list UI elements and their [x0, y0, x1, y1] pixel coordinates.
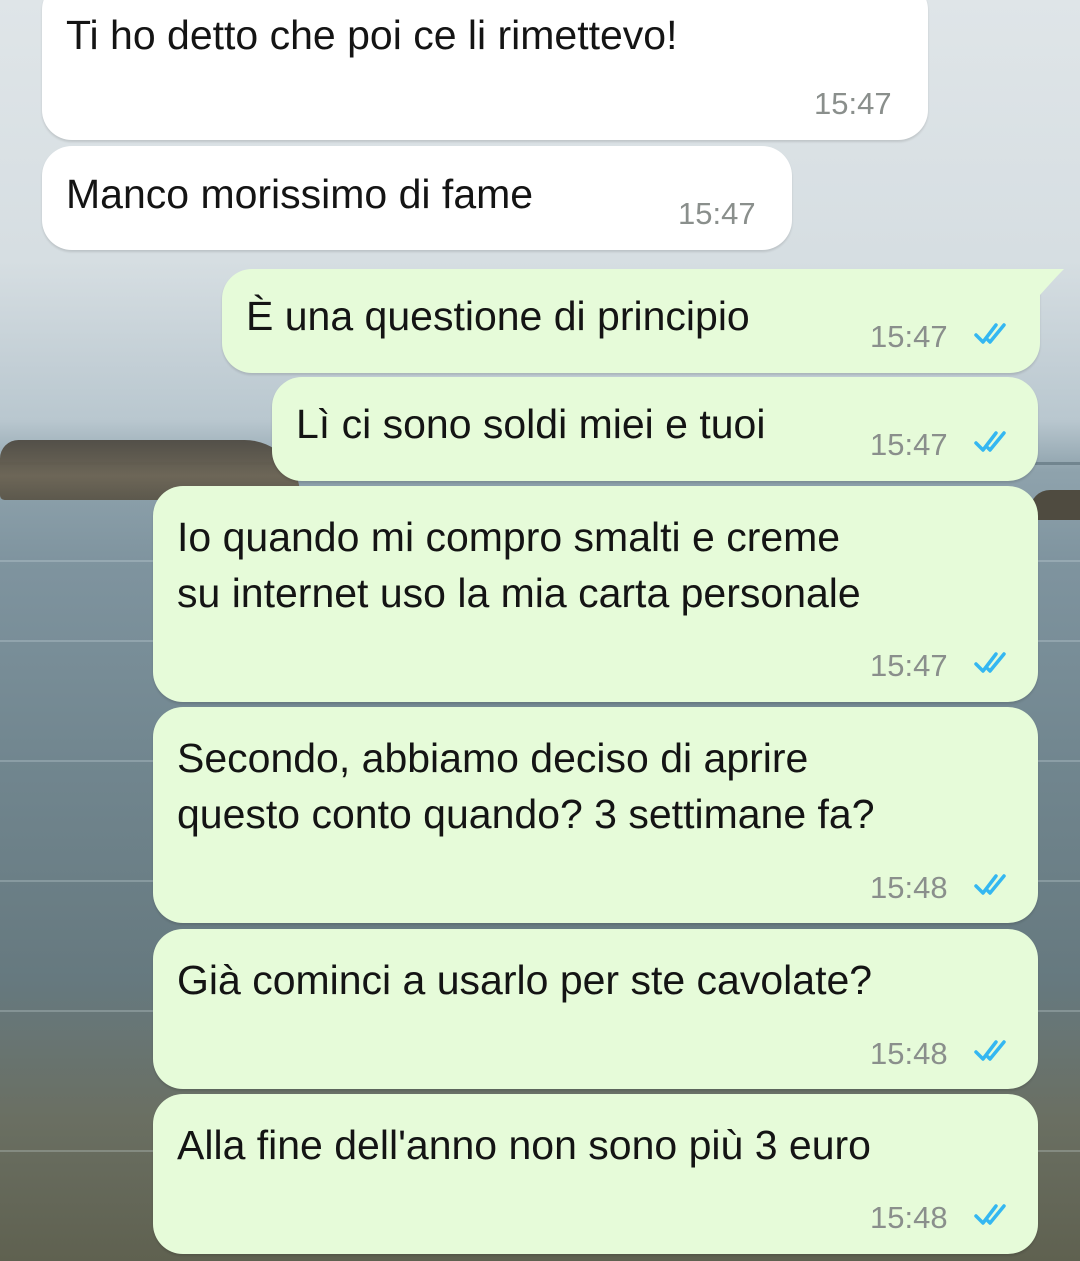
- message-time: 15:48: [870, 1200, 948, 1235]
- message-bubble-incoming[interactable]: Manco morissimo di fame 15:47: [42, 146, 792, 250]
- message-text-line: questo conto quando? 3 settimane fa?: [177, 791, 875, 837]
- message-time: 15:47: [814, 86, 892, 121]
- message-text-line: Secondo, abbiamo deciso di aprire: [177, 735, 809, 781]
- double-check-icon: [974, 431, 1006, 452]
- message-text: Alla fine dell'anno non sono più 3 euro: [177, 1122, 871, 1168]
- double-check-icon: [974, 1040, 1006, 1061]
- message-bubble-outgoing[interactable]: Già cominci a usarlo per ste cavolate? 1…: [153, 929, 1038, 1089]
- message-text: Già cominci a usarlo per ste cavolate?: [177, 957, 873, 1003]
- double-check-icon: [974, 323, 1006, 344]
- message-bubble-outgoing[interactable]: Io quando mi compro smalti e creme su in…: [153, 486, 1038, 702]
- double-check-icon: [974, 874, 1006, 895]
- message-text: È una questione di principio: [246, 293, 750, 339]
- message-time: 15:47: [870, 427, 948, 462]
- message-time: 15:47: [678, 196, 756, 231]
- bubble-tail: [1036, 269, 1064, 295]
- message-time: 15:48: [870, 1036, 948, 1071]
- message-text: Manco morissimo di fame: [66, 171, 534, 217]
- message-bubble-outgoing[interactable]: È una questione di principio 15:47: [222, 269, 1040, 373]
- message-bubble-outgoing[interactable]: Alla fine dell'anno non sono più 3 euro …: [153, 1094, 1038, 1254]
- message-time: 15:48: [870, 870, 948, 905]
- message-text-line: Io quando mi compro smalti e creme: [177, 514, 841, 560]
- message-text: Lì ci sono soldi miei e tuoi: [296, 401, 766, 447]
- double-check-icon: [974, 652, 1006, 673]
- message-text: Ti ho detto che poi ce li rimettevo!: [66, 12, 678, 58]
- message-text-line: su internet uso la mia carta personale: [177, 570, 861, 616]
- message-time: 15:47: [870, 319, 948, 354]
- message-bubble-outgoing[interactable]: Secondo, abbiamo deciso di aprire questo…: [153, 707, 1038, 923]
- message-bubble-outgoing[interactable]: Lì ci sono soldi miei e tuoi 15:47: [272, 377, 1038, 481]
- double-check-icon: [974, 1204, 1006, 1225]
- message-time: 15:47: [870, 648, 948, 683]
- message-bubble-incoming[interactable]: Ti ho detto che poi ce li rimettevo! 15:…: [42, 0, 928, 140]
